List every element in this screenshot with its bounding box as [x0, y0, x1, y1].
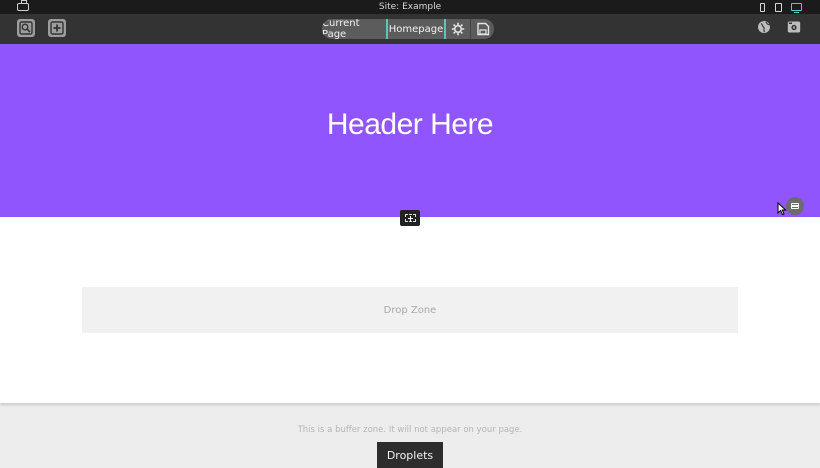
- phone-view-icon[interactable]: [758, 2, 766, 12]
- title-bar: Site: Example: [0, 0, 820, 14]
- save-page-button[interactable]: [470, 19, 494, 39]
- tablet-view-icon[interactable]: [773, 2, 783, 12]
- drop-zone[interactable]: Drop Zone: [82, 287, 738, 333]
- section-icon: [791, 203, 799, 209]
- buffer-zone-note: This is a buffer zone. It will not appea…: [297, 425, 523, 435]
- preview-icon: [787, 21, 801, 33]
- add-block-icon: [50, 21, 64, 35]
- header-title[interactable]: Header Here: [0, 108, 820, 142]
- page-switcher: Current Page Homepage: [322, 19, 494, 39]
- page-settings-button[interactable]: [446, 19, 470, 39]
- save-icon: [476, 22, 489, 36]
- add-block-button[interactable]: [48, 19, 66, 37]
- section-options-button[interactable]: [786, 197, 804, 215]
- insert-section-button[interactable]: [400, 210, 420, 226]
- zoom-button[interactable]: [17, 19, 35, 37]
- publish-button[interactable]: [757, 19, 771, 33]
- zoom-icon: [19, 21, 33, 35]
- current-page-button[interactable]: Current Page: [322, 19, 386, 39]
- drop-zone-label: Drop Zone: [383, 304, 437, 316]
- page-select-button[interactable]: Homepage: [388, 19, 444, 39]
- globe-icon: [758, 21, 770, 33]
- editor-toolbar: Current Page Homepage: [0, 14, 820, 44]
- insert-section-icon: [404, 214, 416, 222]
- window-title: Site: Example: [378, 2, 442, 12]
- desktop-view-icon[interactable]: [790, 2, 802, 13]
- preview-button[interactable]: [787, 19, 801, 33]
- gear-icon: [451, 22, 465, 36]
- mouse-cursor-icon: [777, 202, 787, 216]
- droplets-button[interactable]: Droplets: [377, 442, 443, 468]
